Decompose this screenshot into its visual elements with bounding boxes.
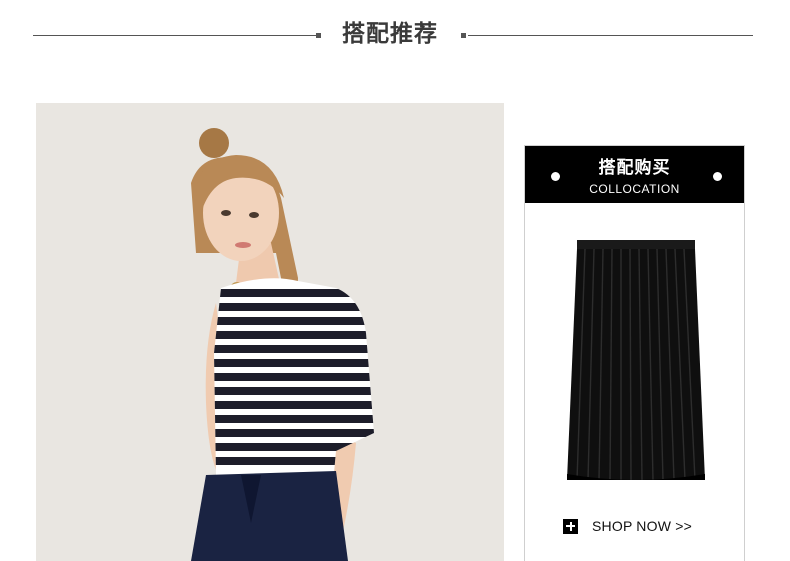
dot-icon [713, 172, 722, 181]
shop-now-label: SHOP NOW >> [592, 518, 692, 534]
header-divider-left [33, 35, 316, 36]
model-illustration [191, 128, 374, 561]
shop-now-button[interactable]: SHOP NOW >> [563, 516, 692, 536]
skirt-illustration [567, 240, 705, 481]
card-title: 搭配购买 [598, 158, 671, 178]
collocation-card[interactable]: 搭配购买 COLLOCATION SHOP NOW >> [524, 145, 745, 561]
card-header: 搭配购买 COLLOCATION [525, 146, 744, 203]
header-divider-right [468, 35, 753, 36]
model-photo [36, 103, 504, 561]
section-title: 搭配推荐 [342, 21, 438, 47]
plus-icon [563, 518, 578, 534]
product-image-skirt[interactable] [561, 238, 711, 488]
header-bullet-right [461, 33, 466, 38]
card-subtitle: COLLOCATION [589, 182, 680, 196]
